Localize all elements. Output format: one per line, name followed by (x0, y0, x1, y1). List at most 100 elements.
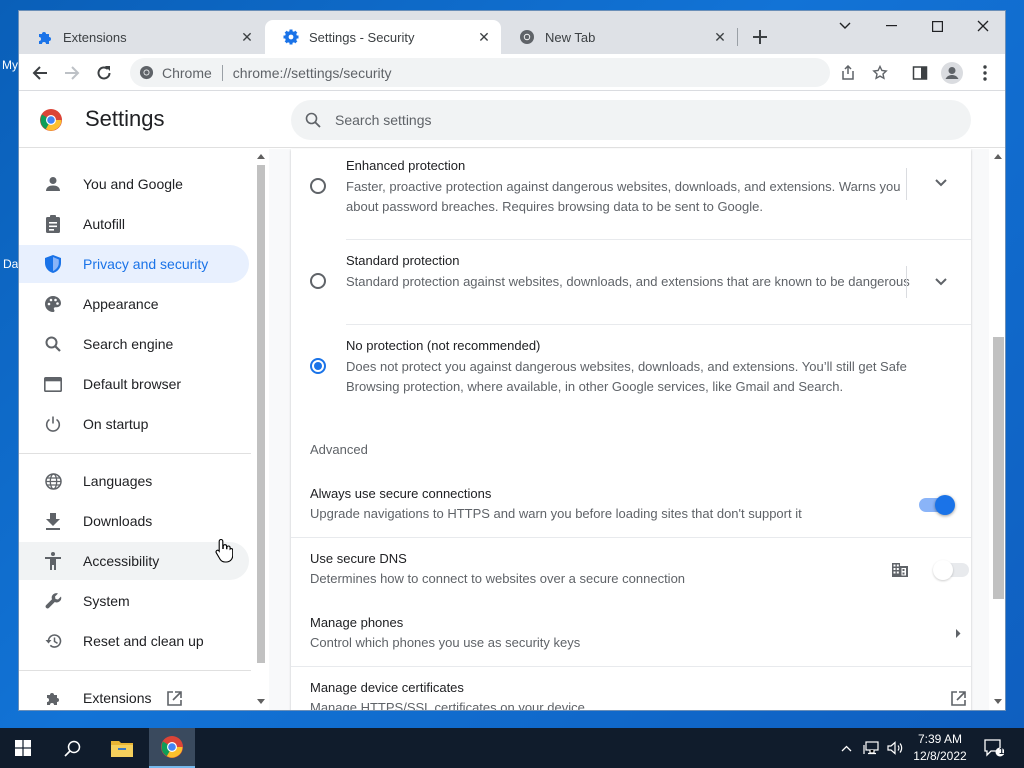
tab-extensions[interactable]: Extensions ✕ (19, 20, 264, 54)
option-description: Does not protect you against dangerous w… (346, 359, 907, 394)
option-divider (346, 324, 971, 325)
windows-logo-icon (15, 740, 31, 756)
scroll-up-icon[interactable] (994, 153, 1002, 159)
sidebar-item-label: Accessibility (83, 553, 160, 569)
tab-strip: Extensions ✕ Settings - Security ✕ New T… (19, 11, 1005, 54)
sidebar-item-privacy-and-security[interactable]: Privacy and security (19, 245, 249, 283)
action-center-button[interactable]: 1 (980, 728, 1008, 768)
address-bar[interactable]: Chrome chrome://settings/security (130, 58, 830, 87)
menu-icon[interactable] (971, 59, 999, 87)
open-external-icon[interactable] (951, 691, 966, 706)
certs-description: Manage HTTPS/SSL certificates on your de… (310, 700, 585, 711)
close-tab-icon[interactable]: ✕ (238, 28, 256, 46)
settings-search[interactable] (291, 100, 971, 140)
radio-standard-protection[interactable] (310, 273, 326, 289)
https-toggle[interactable] (919, 495, 955, 515)
taskbar-clock[interactable]: 7:39 AM 12/8/2022 (908, 731, 972, 765)
clipboard-icon (43, 214, 63, 234)
chrome-taskbar-button[interactable] (149, 728, 195, 768)
main-scrollbar[interactable] (991, 151, 1005, 710)
browser-toolbar: Chrome chrome://settings/security (19, 54, 1005, 91)
url-text[interactable]: chrome://settings/security (233, 65, 392, 81)
sidebar-item-search-engine[interactable]: Search engine (19, 325, 249, 363)
chrome-icon (161, 736, 183, 758)
taskbar: 7:39 AM 12/8/2022 1 (0, 728, 1024, 768)
profile-avatar[interactable] (938, 59, 966, 87)
toggle-knob (933, 560, 953, 580)
close-window-button[interactable] (960, 11, 1005, 41)
secure-dns-toggle[interactable] (933, 560, 969, 580)
restore-icon (43, 631, 63, 651)
search-input[interactable] (335, 112, 935, 128)
sidebar-item-downloads[interactable]: Downloads (19, 502, 249, 540)
sidebar-item-extensions[interactable]: Extensions (19, 679, 249, 710)
tab-label: Extensions (63, 29, 127, 45)
tab-label: Settings - Security (309, 29, 415, 45)
chrome-logo-icon (39, 108, 63, 137)
desktop-icon-label[interactable]: Da (3, 257, 18, 271)
close-tab-icon[interactable]: ✕ (711, 28, 729, 46)
folder-icon (111, 741, 133, 757)
chevron-down-icon (935, 179, 947, 187)
back-button[interactable] (26, 59, 54, 87)
clock-date: 12/8/2022 (913, 749, 967, 763)
start-button[interactable] (0, 728, 46, 768)
scroll-up-icon[interactable] (257, 153, 265, 159)
sidebar-item-languages[interactable]: Languages (19, 462, 249, 500)
globe-icon (43, 471, 63, 491)
certs-title: Manage device certificates (310, 680, 464, 695)
file-explorer-button[interactable] (99, 728, 145, 768)
reload-button[interactable] (90, 59, 118, 87)
sidebar-scrollbar[interactable] (255, 151, 267, 710)
network-button[interactable] (860, 728, 882, 768)
show-hidden-icons-button[interactable] (836, 728, 856, 768)
new-tab-button[interactable] (747, 25, 773, 49)
arrow-right-icon[interactable] (955, 629, 961, 638)
option-title: Standard protection (346, 253, 460, 268)
scroll-down-icon[interactable] (257, 699, 265, 705)
sidebar-scroll-thumb[interactable] (257, 165, 265, 663)
sidebar-item-appearance[interactable]: Appearance (19, 285, 249, 323)
radio-no-protection[interactable] (310, 358, 326, 374)
scroll-down-icon[interactable] (994, 699, 1002, 705)
enterprise-policy-icon[interactable] (892, 562, 908, 577)
sidebar-item-on-startup[interactable]: On startup (19, 405, 249, 443)
settings-sidebar: You and Google Autofill Privacy and secu… (19, 149, 253, 710)
tab-new-tab[interactable]: New Tab ✕ (501, 20, 737, 54)
tab-label: New Tab (545, 29, 596, 45)
power-icon (43, 414, 63, 434)
close-tab-icon[interactable]: ✕ (475, 28, 493, 46)
minimize-button[interactable] (868, 11, 914, 41)
main-scroll-thumb[interactable] (993, 337, 1004, 599)
desktop-icon-label[interactable]: My (2, 58, 18, 72)
forward-button[interactable] (58, 59, 86, 87)
taskbar-search-button[interactable] (49, 728, 95, 768)
sidebar-item-default-browser[interactable]: Default browser (19, 365, 249, 403)
phones-title: Manage phones (310, 615, 404, 630)
maximize-button[interactable] (914, 11, 960, 41)
sidebar-item-label: Default browser (83, 376, 182, 392)
share-icon[interactable] (834, 59, 862, 87)
toggle-knob (935, 495, 955, 515)
sidebar-item-you-and-google[interactable]: You and Google (19, 165, 249, 203)
sidebar-item-system[interactable]: System (19, 582, 249, 620)
divider (906, 266, 907, 298)
volume-button[interactable] (884, 728, 906, 768)
dns-description: Determines how to connect to websites ov… (310, 571, 686, 586)
radio-enhanced-protection[interactable] (310, 178, 326, 194)
tab-settings-security[interactable]: Settings - Security ✕ (265, 20, 501, 54)
search-icon (305, 112, 321, 128)
side-panel-icon[interactable] (906, 59, 934, 87)
sidebar-item-reset-and-clean-up[interactable]: Reset and clean up (19, 622, 249, 660)
option-description: Faster, proactive protection against dan… (346, 179, 901, 214)
chrome-window: Extensions ✕ Settings - Security ✕ New T… (18, 10, 1006, 711)
sidebar-item-autofill[interactable]: Autofill (19, 205, 249, 243)
tab-search-button[interactable] (822, 11, 868, 41)
puzzle-icon (37, 29, 53, 45)
expand-standard-button[interactable] (927, 268, 955, 296)
expand-enhanced-button[interactable] (927, 169, 955, 197)
sidebar-item-label: Search engine (83, 336, 174, 352)
dns-title: Use secure DNS (310, 551, 407, 566)
bookmark-star-icon[interactable] (866, 59, 894, 87)
sidebar-divider (19, 670, 251, 671)
